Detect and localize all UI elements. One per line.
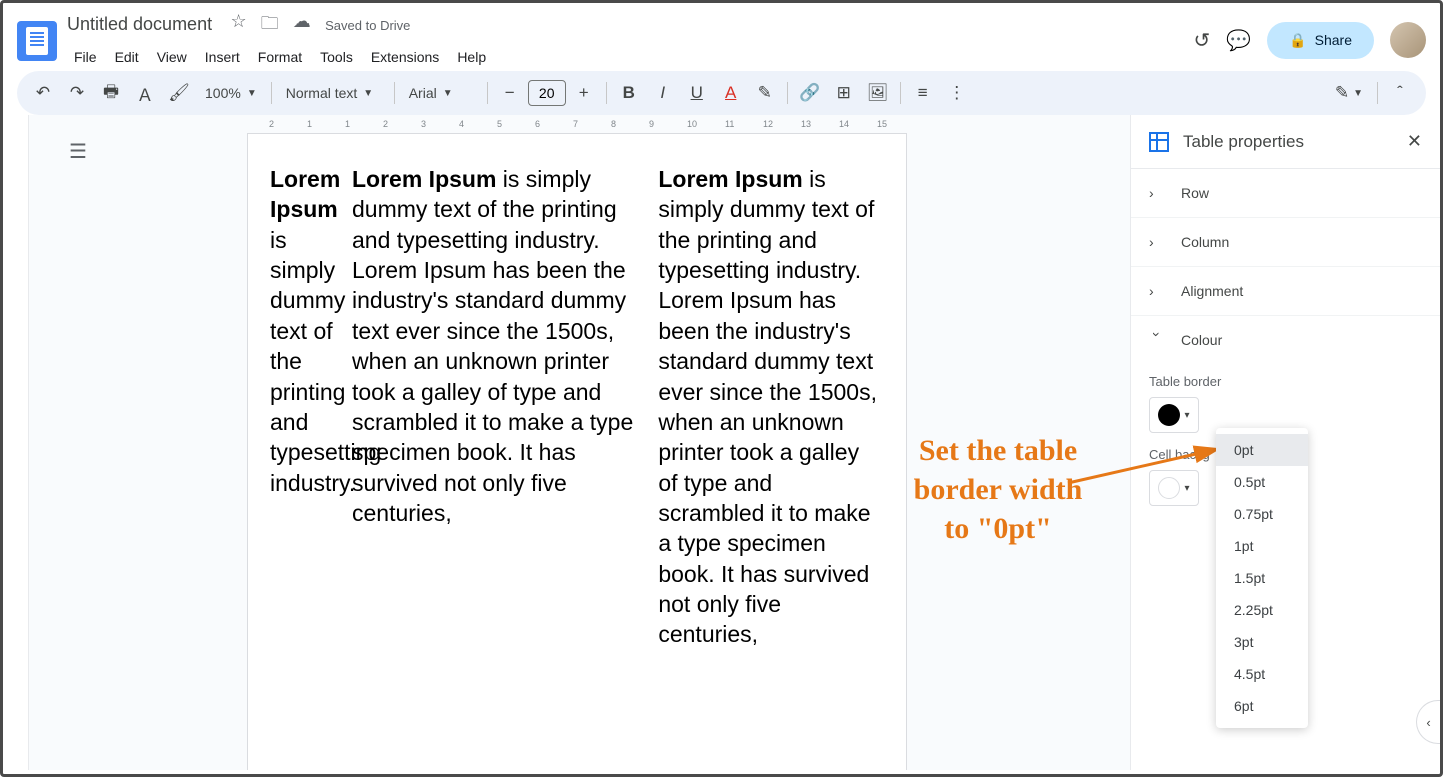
chevron-right-icon: › [1149,185,1165,201]
chevron-down-icon: ▾ [1184,483,1189,494]
more-icon[interactable]: ⋮ [941,77,973,109]
section-row[interactable]: › Row [1131,169,1440,218]
doc-title[interactable]: Untitled document [67,14,212,35]
spellcheck-icon[interactable]: Ａ [129,77,161,109]
cloud-icon: ☁ [293,11,311,41]
bold-button[interactable]: B [613,77,645,109]
save-status: Saved to Drive [325,18,410,33]
dropdown-option[interactable]: 3pt [1216,626,1308,658]
border-color-picker[interactable]: ▾ [1149,397,1199,433]
menu-insert[interactable]: Insert [198,45,247,69]
dropdown-option[interactable]: 0.75pt [1216,498,1308,530]
italic-button[interactable]: I [647,77,679,109]
menu-format[interactable]: Format [251,45,309,69]
menu-view[interactable]: View [150,45,194,69]
lock-icon: 🔒 [1289,32,1306,49]
border-label: Table border [1149,374,1422,389]
menu-edit[interactable]: Edit [108,45,146,69]
dropdown-option[interactable]: 1.5pt [1216,562,1308,594]
comment-icon[interactable]: ⊞ [828,77,860,109]
text-color-button[interactable]: A [715,77,747,109]
chevron-down-icon: › [1149,332,1165,348]
table[interactable]: Lorem Ipsum is simply dummy text of the … [270,164,884,650]
swatch-black [1158,404,1180,426]
page[interactable]: Lorem Ipsum is simply dummy text of the … [247,133,907,770]
move-icon[interactable]: 🗀 [261,11,279,41]
dropdown-option[interactable]: 0.5pt [1216,466,1308,498]
dropdown-option[interactable]: 2.25pt [1216,594,1308,626]
swatch-white [1158,477,1180,499]
section-column[interactable]: › Column [1131,218,1440,267]
font-size-increase[interactable]: + [568,77,600,109]
section-colour[interactable]: › Colour [1131,316,1440,364]
image-icon[interactable]: 🖼 [862,77,894,109]
star-icon[interactable]: ☆ [231,11,247,41]
dropdown-option[interactable]: 4.5pt [1216,658,1308,690]
share-label: Share [1315,32,1352,48]
panel-title: Table properties [1183,132,1393,152]
history-icon[interactable]: ↺ [1194,28,1211,53]
dropdown-option-0pt[interactable]: 0pt [1216,434,1308,466]
paint-format-icon[interactable]: 🖌 [163,77,195,109]
dropdown-option[interactable]: 1pt [1216,530,1308,562]
pen-icon[interactable]: ✎▼ [1333,77,1365,109]
print-icon[interactable]: 🖶 [95,77,127,109]
annotation-text: Set the table border width to "0pt" [898,431,1098,548]
horizontal-ruler: 21123456789101112131415 [29,115,1130,133]
collapse-toolbar-icon[interactable]: ˆ [1384,77,1416,109]
border-width-dropdown: 0pt 0.5pt 0.75pt 1pt 1.5pt 2.25pt 3pt 4.… [1216,428,1308,728]
avatar[interactable] [1390,22,1426,58]
menu-help[interactable]: Help [450,45,493,69]
close-icon[interactable]: ✕ [1407,131,1422,152]
font-size-input[interactable]: 20 [528,80,566,106]
comments-icon[interactable]: 💬 [1226,28,1251,53]
table-icon [1149,132,1169,152]
table-cell[interactable]: Lorem Ipsum is simply dummy text of the … [352,164,646,650]
toolbar: ↶ ↷ 🖶 Ａ 🖌 100%▼ Normal text▼ Arial▼ − 20… [17,71,1426,115]
font-size-decrease[interactable]: − [494,77,526,109]
share-button[interactable]: 🔒 Share [1267,22,1374,59]
menu-tools[interactable]: Tools [313,45,360,69]
menubar: File Edit View Insert Format Tools Exten… [67,45,1194,69]
outline-icon[interactable]: ☰ [69,139,87,164]
section-alignment[interactable]: › Alignment [1131,267,1440,316]
table-cell[interactable]: Lorem Ipsum is simply dummy text of the … [658,164,884,650]
chevron-right-icon: › [1149,283,1165,299]
undo-icon[interactable]: ↶ [27,77,59,109]
menu-extensions[interactable]: Extensions [364,45,446,69]
underline-button[interactable]: U [681,77,713,109]
redo-icon[interactable]: ↷ [61,77,93,109]
docs-logo[interactable] [17,21,57,61]
zoom-select[interactable]: 100%▼ [197,85,265,101]
align-icon[interactable]: ≡ [907,77,939,109]
vertical-ruler [3,115,29,770]
link-icon[interactable]: 🔗 [794,77,826,109]
chevron-right-icon: › [1149,234,1165,250]
table-cell[interactable]: Lorem Ipsum is simply dummy text of the … [270,164,340,650]
bg-color-picker[interactable]: ▾ [1149,470,1199,506]
dropdown-option[interactable]: 6pt [1216,690,1308,722]
style-select[interactable]: Normal text▼ [278,85,388,101]
highlight-button[interactable]: ✎ [749,77,781,109]
font-select[interactable]: Arial▼ [401,85,481,101]
menu-file[interactable]: File [67,45,104,69]
chevron-down-icon: ▾ [1184,410,1189,421]
